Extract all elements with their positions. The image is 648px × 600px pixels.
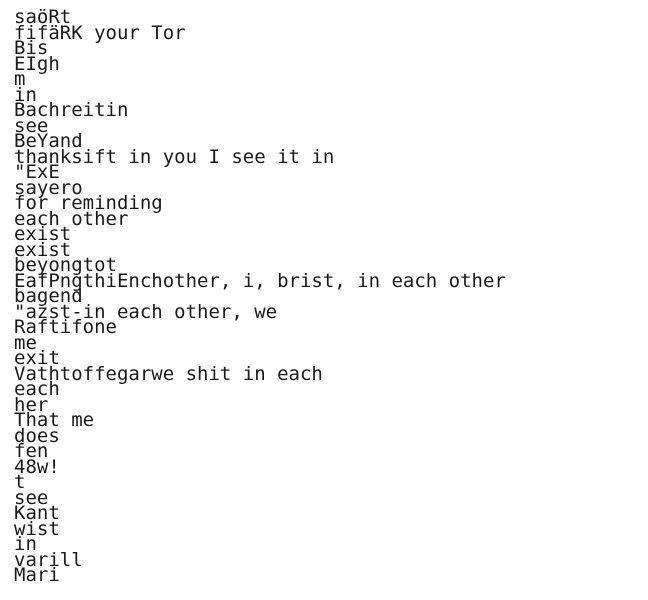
text-line: see xyxy=(14,486,49,509)
document-text: saöRt fifäRK your Tor Bis EIgh m in Bach… xyxy=(14,8,506,586)
text-line: wist xyxy=(14,517,60,540)
text-line: fen xyxy=(14,440,49,462)
text-line: each other xyxy=(14,207,129,230)
text-line: thanksift in you I see it in xyxy=(14,145,335,168)
text-line: Bachreitin xyxy=(14,99,129,121)
text-line: varill xyxy=(14,548,83,571)
text-line: Mari xyxy=(14,564,60,586)
text-line: 48w! xyxy=(14,455,60,478)
text-line: fifäRK your Tor xyxy=(14,21,186,44)
text-line: in xyxy=(14,533,37,555)
text-line: EafPngthiEnchother, i, brist, in each ot… xyxy=(14,269,506,292)
text-line: t xyxy=(14,471,26,493)
text-line: Vathtoffegarwe shit in each xyxy=(14,362,323,385)
text-line: EIgh xyxy=(14,52,60,75)
text-line: That me xyxy=(14,409,95,431)
text-line: Kant xyxy=(14,502,60,524)
text-line: m xyxy=(14,68,26,90)
